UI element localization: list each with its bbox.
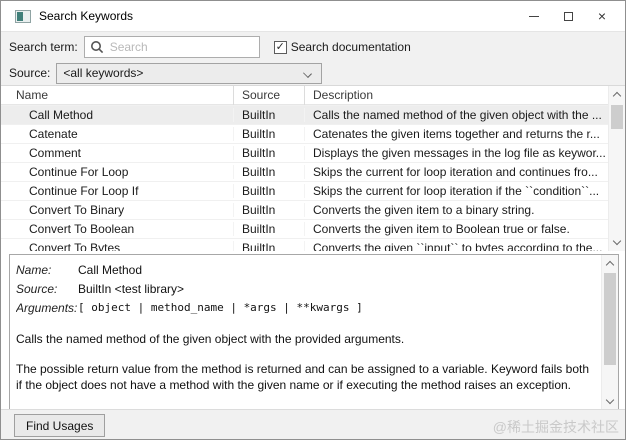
footer-bar: Find Usages @稀土掘金技术社区: [1, 409, 625, 439]
detail-name-label: Name:: [16, 262, 52, 277]
scroll-down-icon[interactable]: [609, 234, 625, 250]
detail-arguments-label: Arguments:: [16, 300, 78, 315]
chevron-down-icon: [303, 68, 313, 78]
table-row[interactable]: Convert To Binary BuiltIn Converts the g…: [1, 200, 608, 219]
search-documentation-checkbox[interactable]: ✓ Search documentation: [273, 40, 411, 54]
minimize-icon: [529, 15, 539, 17]
table-row[interactable]: Continue For Loop BuiltIn Skips the curr…: [1, 162, 608, 181]
window-title: Search Keywords: [39, 9, 134, 23]
source-dropdown-value: <all keywords>: [63, 66, 144, 80]
row-description: Skips the current for loop iteration if …: [304, 184, 608, 198]
row-name: Call Method: [29, 108, 94, 122]
table-row[interactable]: Comment BuiltIn Displays the given messa…: [1, 143, 608, 162]
row-description: Converts the given item to a binary stri…: [304, 203, 608, 217]
column-header-description[interactable]: Description: [304, 86, 608, 105]
search-term-label: Search term:: [9, 40, 78, 54]
row-name: Catenate: [29, 127, 78, 141]
search-icon: [90, 41, 103, 54]
keyword-list: Name Source Description Call Method Buil…: [1, 85, 625, 251]
table-row[interactable]: Convert To Bytes BuiltIn Converts the gi…: [1, 238, 608, 251]
close-icon: ×: [597, 8, 607, 24]
watermark-text: @稀土掘金技术社区: [492, 419, 619, 435]
row-source: BuiltIn: [233, 108, 304, 122]
close-button[interactable]: ×: [585, 1, 619, 31]
row-source: BuiltIn: [233, 222, 304, 236]
row-source: BuiltIn: [233, 127, 304, 141]
search-input[interactable]: Search: [83, 36, 260, 58]
row-source: BuiltIn: [233, 203, 304, 217]
title-bar[interactable]: Search Keywords ×: [1, 1, 625, 31]
row-description: Catenates the given items together and r…: [304, 127, 608, 141]
table-row[interactable]: Convert To Boolean BuiltIn Converts the …: [1, 219, 608, 238]
find-usages-button[interactable]: Find Usages: [14, 414, 106, 437]
search-documentation-label: Search documentation: [290, 40, 411, 54]
checkbox-check-icon: ✓: [273, 40, 287, 54]
row-description: Skips the current for loop iteration and…: [304, 165, 608, 179]
table-row[interactable]: Catenate BuiltIn Catenates the given ite…: [1, 124, 608, 143]
details-scrollbar[interactable]: [601, 255, 618, 410]
row-source: BuiltIn: [233, 184, 304, 198]
scroll-up-icon[interactable]: [609, 87, 625, 103]
row-source: BuiltIn: [233, 165, 304, 179]
search-placeholder: Search: [109, 40, 148, 54]
toolbar: Search term: Search ✓ Search documentati…: [1, 31, 625, 85]
row-description: Calls the named method of the given obje…: [304, 108, 608, 122]
search-keywords-dialog: Search Keywords × Search term: Search ✓ …: [0, 0, 626, 440]
maximize-button[interactable]: [551, 1, 585, 31]
row-source: BuiltIn: [233, 146, 304, 160]
detail-arguments-value: [ object | method_name | *args | **kwarg…: [78, 301, 363, 314]
table-header: Name Source Description: [1, 86, 608, 105]
row-name: Comment: [29, 146, 82, 160]
table-row[interactable]: Call Method BuiltIn Calls the named meth…: [1, 105, 608, 124]
row-description: Converts the given ``input`` to bytes ac…: [304, 241, 608, 251]
row-source: BuiltIn: [233, 241, 304, 251]
scroll-up-icon[interactable]: [602, 256, 618, 272]
details-scrollbar-thumb[interactable]: [604, 273, 616, 365]
minimize-button[interactable]: [517, 1, 551, 31]
row-name: Continue For Loop: [29, 165, 129, 179]
source-dropdown[interactable]: <all keywords>: [56, 62, 323, 84]
row-name: Convert To Boolean: [29, 222, 135, 236]
row-description: Converts the given item to Boolean true …: [304, 222, 608, 236]
column-header-source[interactable]: Source: [233, 86, 304, 105]
detail-description-paragraph: Calls the named method of the given obje…: [16, 332, 405, 346]
list-scrollbar[interactable]: [608, 86, 625, 251]
list-scrollbar-thumb[interactable]: [611, 105, 623, 129]
source-label: Source:: [9, 66, 51, 80]
detail-source-value: BuiltIn <test library>: [78, 281, 185, 296]
column-header-name[interactable]: Name: [1, 86, 233, 105]
app-icon: [15, 9, 31, 23]
row-name: Convert To Bytes: [29, 241, 121, 251]
scroll-down-icon[interactable]: [602, 393, 618, 409]
row-description: Displays the given messages in the log f…: [304, 146, 608, 160]
detail-name-value: Call Method: [78, 262, 143, 277]
keyword-details-pane: Name: Call Method Source: BuiltIn <test …: [9, 254, 619, 411]
detail-source-label: Source:: [16, 281, 58, 296]
row-name: Convert To Binary: [29, 203, 125, 217]
maximize-icon: [563, 11, 573, 21]
table-row[interactable]: Continue For Loop If BuiltIn Skips the c…: [1, 181, 608, 200]
row-name: Continue For Loop If: [29, 184, 139, 198]
detail-description-paragraph: The possible return value from the metho…: [16, 362, 589, 392]
